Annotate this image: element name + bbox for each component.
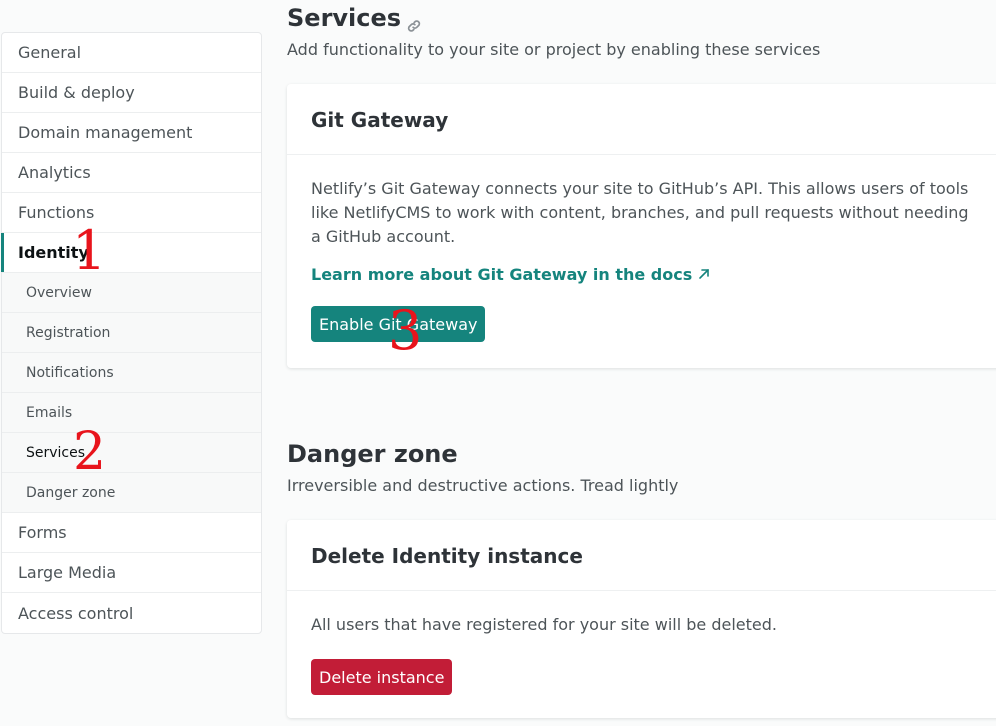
anchor-link-icon[interactable] bbox=[407, 11, 421, 32]
delete-identity-card: Delete Identity instance All users that … bbox=[287, 520, 996, 718]
sidebar-subitem-label: Danger zone bbox=[26, 484, 116, 501]
sidebar-subitem-danger-zone[interactable]: Danger zone bbox=[2, 473, 261, 513]
external-arrow-icon bbox=[698, 265, 710, 284]
git-gateway-title: Git Gateway bbox=[311, 108, 449, 132]
services-description: Add functionality to your site or projec… bbox=[287, 40, 821, 59]
git-gateway-description: Netlify’s Git Gateway connects your site… bbox=[311, 179, 969, 246]
sidebar-item-domain-management[interactable]: Domain management bbox=[2, 113, 261, 153]
sidebar-subitem-notifications[interactable]: Notifications bbox=[2, 353, 261, 393]
sidebar-item-large-media[interactable]: Large Media bbox=[2, 553, 261, 593]
delete-instance-button[interactable]: Delete instance bbox=[311, 659, 453, 695]
sidebar-subitem-label: Overview bbox=[26, 284, 92, 301]
danger-zone-description: Irreversible and destructive actions. Tr… bbox=[287, 476, 679, 495]
sidebar-item-label: Build & deploy bbox=[18, 83, 135, 102]
sidebar-item-label: General bbox=[18, 43, 82, 62]
sidebar-subitem-label: Emails bbox=[26, 404, 73, 421]
sidebar-subitem-emails[interactable]: Emails bbox=[2, 393, 261, 433]
sidebar-item-access-control[interactable]: Access control bbox=[2, 593, 261, 633]
annotation-number-2: 2 bbox=[73, 422, 107, 482]
sidebar-item-functions[interactable]: Functions bbox=[2, 193, 261, 233]
sidebar-subitem-services[interactable]: Services bbox=[2, 433, 261, 473]
sidebar-item-identity[interactable]: Identity bbox=[1, 233, 261, 273]
docs-link-label: Learn more about Git Gateway in the docs bbox=[311, 265, 693, 284]
sidebar-item-label: Domain management bbox=[18, 123, 193, 142]
danger-zone-section: Danger zone Irreversible and destructive… bbox=[287, 440, 996, 495]
sidebar-item-general[interactable]: General bbox=[2, 33, 261, 73]
sidebar-item-label: Large Media bbox=[18, 563, 117, 582]
services-heading: Services bbox=[287, 4, 996, 32]
card-divider bbox=[287, 590, 996, 591]
sidebar-subitem-label: Notifications bbox=[26, 364, 114, 381]
sidebar-subitem-overview[interactable]: Overview bbox=[2, 273, 261, 313]
sidebar-item-analytics[interactable]: Analytics bbox=[2, 153, 261, 193]
card-divider bbox=[287, 154, 996, 155]
sidebar-item-label: Analytics bbox=[18, 163, 91, 182]
sidebar-subitem-label: Registration bbox=[26, 324, 111, 341]
services-title: Services bbox=[287, 4, 402, 32]
sidebar-item-label: Forms bbox=[18, 523, 67, 542]
sidebar-subitem-registration[interactable]: Registration bbox=[2, 313, 261, 353]
annotation-number-3: 3 bbox=[388, 299, 423, 362]
delete-identity-title: Delete Identity instance bbox=[311, 544, 583, 568]
danger-zone-title: Danger zone bbox=[287, 440, 458, 468]
git-gateway-docs-link[interactable]: Learn more about Git Gateway in the docs bbox=[311, 265, 710, 284]
danger-zone-heading: Danger zone bbox=[287, 440, 996, 468]
annotation-number-1: 1 bbox=[72, 219, 107, 282]
settings-sidebar: General Build & deploy Domain management… bbox=[1, 32, 262, 634]
services-section: Services Add functionality to your site … bbox=[287, 4, 996, 59]
sidebar-item-build-deploy[interactable]: Build & deploy bbox=[2, 73, 261, 113]
sidebar-item-forms[interactable]: Forms bbox=[2, 513, 261, 553]
sidebar-item-label: Access control bbox=[18, 603, 134, 623]
delete-identity-description: All users that have registered for your … bbox=[311, 615, 777, 634]
